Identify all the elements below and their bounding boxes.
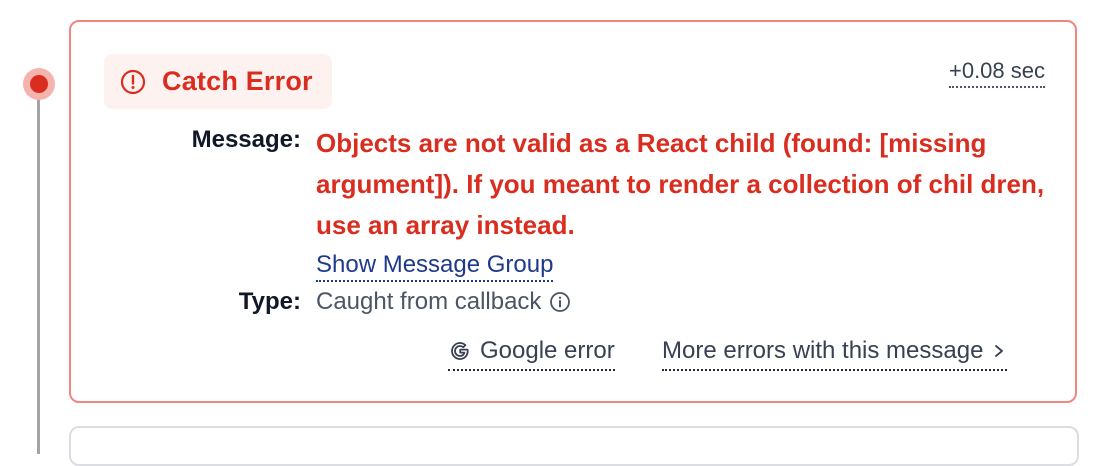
event-type-label: Catch Error [162,66,313,96]
more-errors-link[interactable]: More errors with this message [662,337,1008,371]
alert-circle-icon [120,69,146,95]
message-label: Message: [191,126,301,153]
show-message-group-link[interactable]: Show Message Group [316,250,554,282]
type-label: Type: [238,288,301,315]
event-timestamp[interactable]: +0.08 sec [948,58,1045,88]
info-icon[interactable] [549,291,571,313]
google-icon [448,339,472,363]
timeline-line [37,84,40,454]
google-error-link[interactable]: Google error [448,337,615,371]
error-message: Objects are not valid as a React child (… [316,128,1045,240]
error-event-card: Catch Error +0.08 sec Message: Objects a… [69,20,1077,403]
google-error-label: Google error [480,337,615,364]
error-type-value: Caught from callback [316,288,571,316]
event-type-badge: Catch Error [104,54,332,109]
timeline-dot [30,75,48,93]
next-event-card [69,426,1079,466]
chevron-right-icon [991,343,1007,359]
error-type-text: Caught from callback [316,288,542,315]
more-errors-label: More errors with this message [662,337,984,364]
